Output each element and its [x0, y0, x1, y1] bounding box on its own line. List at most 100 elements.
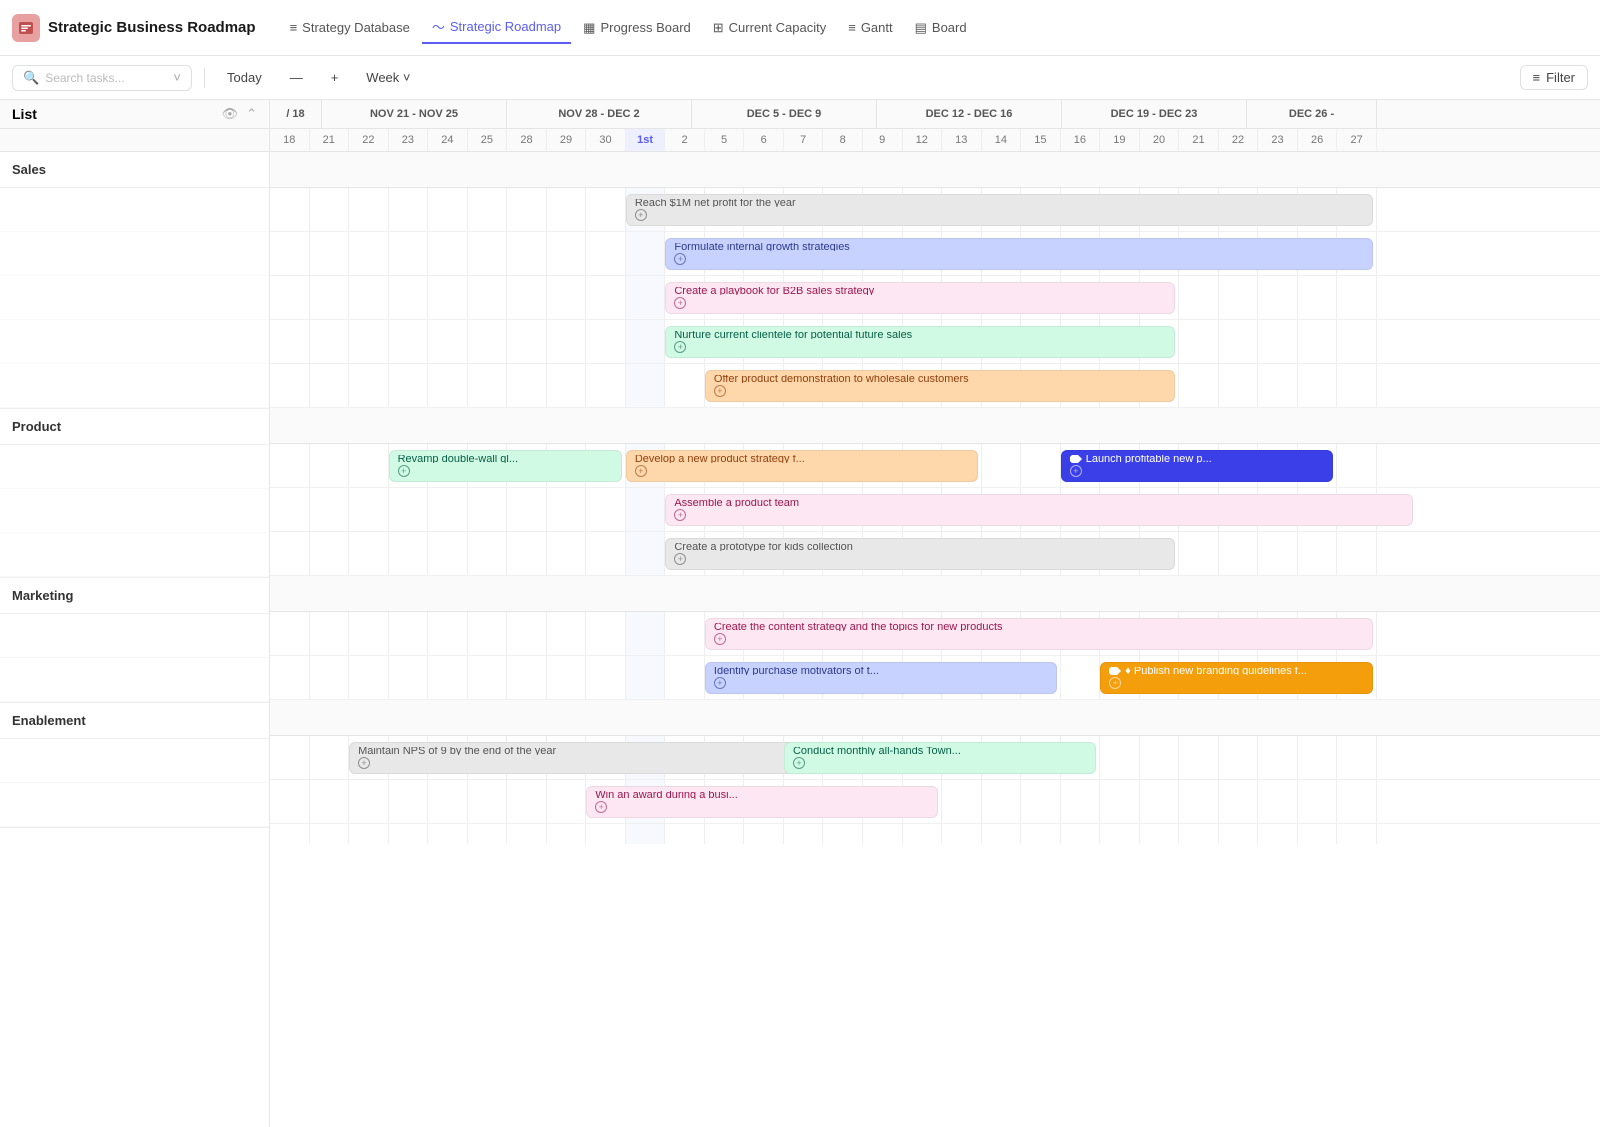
progress-board-icon: ▦ — [583, 20, 595, 36]
bar-add-bar1[interactable]: + — [635, 209, 647, 221]
bar-bar14[interactable]: Maintain NPS of 9 by the end of the year… — [349, 742, 819, 774]
label-row-marketing-1 — [0, 658, 269, 702]
nav-tabs: ≡ Strategy Database 〜 Strategic Roadmap … — [280, 11, 977, 44]
timeline-group-header-product — [270, 408, 1600, 444]
day-number-13: 7 — [784, 129, 824, 151]
bar-bar3[interactable]: Create a playbook for B2B sales strategy… — [665, 282, 1175, 314]
day-number-2: 22 — [349, 129, 389, 151]
bar-add-bar13[interactable]: + — [1109, 677, 1121, 689]
app-header: Strategic Business Roadmap ≡ Strategy Da… — [0, 0, 1600, 56]
group-label-enablement: Enablement — [0, 703, 269, 739]
week-header-5: DEC 19 - DEC 23 — [1062, 100, 1247, 128]
minus-button[interactable]: — — [280, 66, 313, 89]
label-row-sales-0 — [0, 188, 269, 232]
search-box[interactable]: 🔍 Search tasks... ˅ — [12, 65, 192, 91]
bar-add-bar8[interactable]: + — [1070, 465, 1082, 477]
collapse-icon[interactable]: ⌃ — [246, 106, 257, 122]
day-number-17: 13 — [942, 129, 982, 151]
label-row-product-2 — [0, 533, 269, 577]
bar-add-bar6[interactable]: + — [398, 465, 410, 477]
bar-bar13[interactable]: ♦ Publish new branding guidelines f...+ — [1100, 662, 1373, 694]
tab-strategic-roadmap[interactable]: 〜 Strategic Roadmap — [422, 11, 571, 44]
hide-icon[interactable]: 👁 — [222, 106, 239, 122]
day-number-23: 21 — [1179, 129, 1219, 151]
bar-bar16[interactable]: Win an award during a busi...+ — [586, 786, 938, 818]
day-numbers-row: 1821222324252829301st2567891213141516192… — [0, 129, 1600, 152]
group-label-product: Product — [0, 409, 269, 445]
filter-icon: ≡ — [1533, 70, 1541, 85]
tab-board[interactable]: ▤ Board — [905, 14, 977, 42]
list-header: List 👁 ⌃ — [0, 100, 270, 128]
day-number-10: 2 — [665, 129, 705, 151]
bar-add-bar10[interactable]: + — [674, 553, 686, 565]
current-capacity-icon: ⊞ — [713, 20, 724, 36]
label-row-sales-3 — [0, 320, 269, 364]
bar-bar7[interactable]: Develop a new product strategy f...+ — [626, 450, 978, 482]
timeline-group-header-marketing — [270, 576, 1600, 612]
day-number-19: 15 — [1021, 129, 1061, 151]
search-placeholder: Search tasks... — [45, 71, 124, 85]
filter-label: Filter — [1546, 70, 1575, 85]
bar-add-bar3[interactable]: + — [674, 297, 686, 309]
tab-gantt[interactable]: ≡ Gantt — [838, 14, 902, 41]
tab-progress-board[interactable]: ▦ Progress Board — [573, 14, 701, 42]
bar-add-bar11[interactable]: + — [714, 633, 726, 645]
bar-add-bar15[interactable]: + — [793, 757, 805, 769]
day-number-14: 8 — [823, 129, 863, 151]
bar-bar9[interactable]: Assemble a product team+ — [665, 494, 1412, 526]
day-numbers-spacer — [0, 129, 270, 151]
bar-add-bar9[interactable]: + — [674, 509, 686, 521]
bar-bar11[interactable]: Create the content strategy and the topi… — [705, 618, 1373, 650]
day-number-11: 5 — [705, 129, 745, 151]
bar-add-bar4[interactable]: + — [674, 341, 686, 353]
week-header-1: NOV 21 - NOV 25 — [322, 100, 507, 128]
bar-bar4[interactable]: Nurture current clientele for potential … — [665, 326, 1175, 358]
bar-bar1[interactable]: Reach $1M net profit for the year+ — [626, 194, 1373, 226]
bar-bar15[interactable]: Conduct monthly all-hands Town...+ — [784, 742, 1096, 774]
bar-bar10[interactable]: Create a prototype for kids collection+ — [665, 538, 1175, 570]
day-number-25: 23 — [1258, 129, 1298, 151]
bar-bar12[interactable]: Identify purchase motivators of t...+ — [705, 662, 1057, 694]
week-header-3: DEC 5 - DEC 9 — [692, 100, 877, 128]
list-label: List — [12, 106, 37, 122]
week-header-4: DEC 12 - DEC 16 — [877, 100, 1062, 128]
day-number-5: 25 — [468, 129, 508, 151]
tab-strategy-database[interactable]: ≡ Strategy Database — [280, 14, 420, 41]
bar-add-bar12[interactable]: + — [714, 677, 726, 689]
bar-bar6[interactable]: Revamp double-wall gl...+ — [389, 450, 622, 482]
day-number-8: 30 — [586, 129, 626, 151]
group-section-marketing: Marketing — [0, 578, 269, 703]
bar-bar5[interactable]: Offer product demonstration to wholesale… — [705, 370, 1175, 402]
week-header-2: NOV 28 - DEC 2 — [507, 100, 692, 128]
day-number-18: 14 — [982, 129, 1022, 151]
bar-add-bar14[interactable]: + — [358, 757, 370, 769]
bar-add-bar7[interactable]: + — [635, 465, 647, 477]
tab-current-capacity[interactable]: ⊞ Current Capacity — [703, 14, 836, 42]
bar-add-bar16[interactable]: + — [595, 801, 607, 813]
bar-add-bar5[interactable]: + — [714, 385, 726, 397]
search-dropdown-icon[interactable]: ˅ — [173, 70, 181, 85]
filter-button[interactable]: ≡ Filter — [1520, 65, 1588, 90]
day-number-6: 28 — [507, 129, 547, 151]
group-label-sales: Sales — [0, 152, 269, 188]
day-number-22: 20 — [1140, 129, 1180, 151]
plus-button[interactable]: + — [321, 66, 349, 89]
app-title: Strategic Business Roadmap — [48, 19, 256, 36]
day-number-26: 26 — [1298, 129, 1338, 151]
day-number-4: 24 — [428, 129, 468, 151]
week-button[interactable]: Week ˅ — [356, 66, 420, 89]
day-number-1: 21 — [310, 129, 350, 151]
bar-add-bar2[interactable]: + — [674, 253, 686, 265]
day-number-12: 6 — [744, 129, 784, 151]
bar-bar8[interactable]: Launch profitable new p...+ — [1061, 450, 1334, 482]
bar-bar2[interactable]: Formulate internal growth strategies+ — [665, 238, 1373, 270]
label-row-sales-1 — [0, 232, 269, 276]
gantt-container: List 👁 ⌃ / 18NOV 21 - NOV 25NOV 28 - DEC… — [0, 100, 1600, 1127]
day-number-3: 23 — [389, 129, 429, 151]
day-number-9: 1st — [626, 129, 666, 151]
toolbar-divider-1 — [204, 68, 205, 88]
today-button[interactable]: Today — [217, 66, 272, 89]
week-headers-row: List 👁 ⌃ / 18NOV 21 - NOV 25NOV 28 - DEC… — [0, 100, 1600, 129]
board-icon: ▤ — [915, 20, 927, 36]
day-number-15: 9 — [863, 129, 903, 151]
